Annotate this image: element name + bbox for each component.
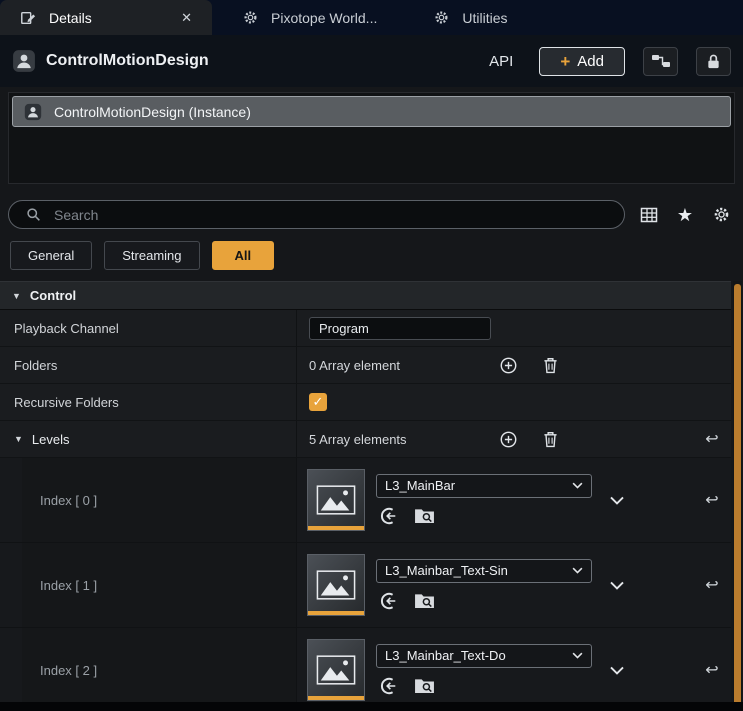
reset-to-default-icon[interactable]: ↩ [705,660,718,680]
folders-label: Folders [14,358,57,373]
add-button[interactable]: + Add [539,47,625,76]
mountain-thumbnail-icon [316,654,356,686]
reset-to-default-icon[interactable]: ↩ [705,575,718,595]
node-graph-icon [651,53,671,69]
use-selected-asset-icon[interactable] [378,590,400,612]
details-panel-window: Details ✕ Pixotope World... Utilities Co… [0,0,743,711]
use-selected-asset-icon[interactable] [378,675,400,697]
caret-down-icon: ▼ [12,291,21,301]
tab-details[interactable]: Details ✕ [0,0,212,35]
search-row: ★ [0,184,743,235]
browse-to-asset-icon[interactable] [413,590,435,612]
row-playback-channel: Playback Channel [0,310,731,347]
tab-pixotope-world[interactable]: Pixotope World... [212,0,403,35]
level-asset-thumbnail[interactable] [307,554,365,616]
recursive-folders-label: Recursive Folders [14,395,119,410]
api-label[interactable]: API [489,53,513,70]
level-asset-thumbnail[interactable] [307,469,365,531]
tab-close-icon[interactable]: ✕ [177,8,196,28]
browse-to-asset-icon[interactable] [413,505,435,527]
actor-icon [21,100,45,124]
expand-chevron-icon[interactable] [610,496,624,505]
tab-bar: Details ✕ Pixotope World... Utilities [0,0,743,35]
recursive-folders-checkbox[interactable]: ✓ [309,393,327,411]
check-icon: ✓ [313,394,324,410]
row-recursive-folders: Recursive Folders ✓ [0,384,731,421]
caret-down-icon[interactable]: ▼ [14,434,23,444]
settings-gear-icon[interactable] [709,203,733,227]
index-2-label: Index [ 2 ] [40,663,97,678]
instance-row-label: ControlMotionDesign (Instance) [54,104,251,120]
reset-to-default-icon[interactable]: ↩ [705,490,718,510]
vertical-scrollbar[interactable] [733,281,742,711]
expand-chevron-icon[interactable] [610,666,624,675]
lock-button[interactable] [696,47,731,76]
tab-details-label: Details [49,10,92,26]
mountain-thumbnail-icon [316,484,356,516]
row-level-index-0: Index [ 0 ] L3_MainBar [0,458,731,543]
index-0-label: Index [ 0 ] [40,493,97,508]
blueprint-graph-button[interactable] [643,47,678,76]
gear-icon [429,6,453,30]
chevron-down-icon [572,567,583,574]
playback-channel-input[interactable] [309,317,491,340]
mountain-thumbnail-icon [316,569,356,601]
row-level-index-2: Index [ 2 ] L3_Mainbar_Text-Do [0,628,731,711]
playback-channel-label: Playback Channel [14,321,119,336]
trash-icon[interactable] [539,428,561,450]
filter-row: General Streaming All [0,235,743,281]
plus-icon: + [560,53,570,70]
docked-panel-edge [0,702,743,711]
tab-utilities-label: Utilities [462,10,507,26]
chevron-down-icon [572,652,583,659]
add-element-icon[interactable] [497,428,519,450]
chevron-down-icon [572,482,583,489]
section-control-label: Control [30,288,76,303]
filter-general-button[interactable]: General [10,241,92,270]
use-selected-asset-icon[interactable] [378,505,400,527]
level-asset-dropdown[interactable]: L3_Mainbar_Text-Sin [376,559,592,583]
details-edit-icon [16,6,40,30]
level-asset-name: L3_Mainbar_Text-Do [385,648,506,663]
instance-row-selected[interactable]: ControlMotionDesign (Instance) [12,96,731,127]
component-tree-panel: ControlMotionDesign (Instance) [8,92,735,184]
row-levels: ▼ Levels 5 Array elements ↩ [0,421,731,458]
browse-to-asset-icon[interactable] [413,675,435,697]
row-folders: Folders 0 Array element [0,347,731,384]
filter-streaming-button[interactable]: Streaming [104,241,199,270]
levels-label: Levels [32,432,70,447]
add-element-icon[interactable] [497,354,519,376]
search-input[interactable] [54,207,612,223]
expand-chevron-icon[interactable] [610,581,624,590]
page-title: ControlMotionDesign [46,52,209,70]
search-icon [21,203,45,227]
actor-icon [12,49,36,73]
tab-pixotope-world-label: Pixotope World... [271,10,377,26]
search-box[interactable] [8,200,625,229]
level-asset-dropdown[interactable]: L3_MainBar [376,474,592,498]
add-button-label: Add [577,53,604,70]
level-asset-dropdown[interactable]: L3_Mainbar_Text-Do [376,644,592,668]
gear-icon [238,6,262,30]
row-level-index-1: Index [ 1 ] L3_Mainbar_Text-Sin [0,543,731,628]
tabwell-spacer [533,0,743,35]
property-grid: ▼ Control Playback Channel Folders 0 Arr… [0,281,743,711]
level-asset-thumbnail[interactable] [307,639,365,701]
folders-count: 0 Array element [309,358,477,373]
details-header: ControlMotionDesign API + Add [0,35,743,87]
levels-count: 5 Array elements [309,432,477,447]
scrollbar-thumb[interactable] [734,284,741,705]
favorites-star-icon[interactable]: ★ [673,203,697,227]
filter-all-button[interactable]: All [212,241,275,270]
level-asset-name: L3_Mainbar_Text-Sin [385,563,508,578]
trash-icon[interactable] [539,354,561,376]
lock-icon [706,53,721,70]
reset-to-default-icon[interactable]: ↩ [705,429,718,449]
index-1-label: Index [ 1 ] [40,578,97,593]
level-asset-name: L3_MainBar [385,478,455,493]
display-filter-grid-icon[interactable] [637,203,661,227]
tab-utilities[interactable]: Utilities [403,0,533,35]
section-control[interactable]: ▼ Control [0,281,731,310]
